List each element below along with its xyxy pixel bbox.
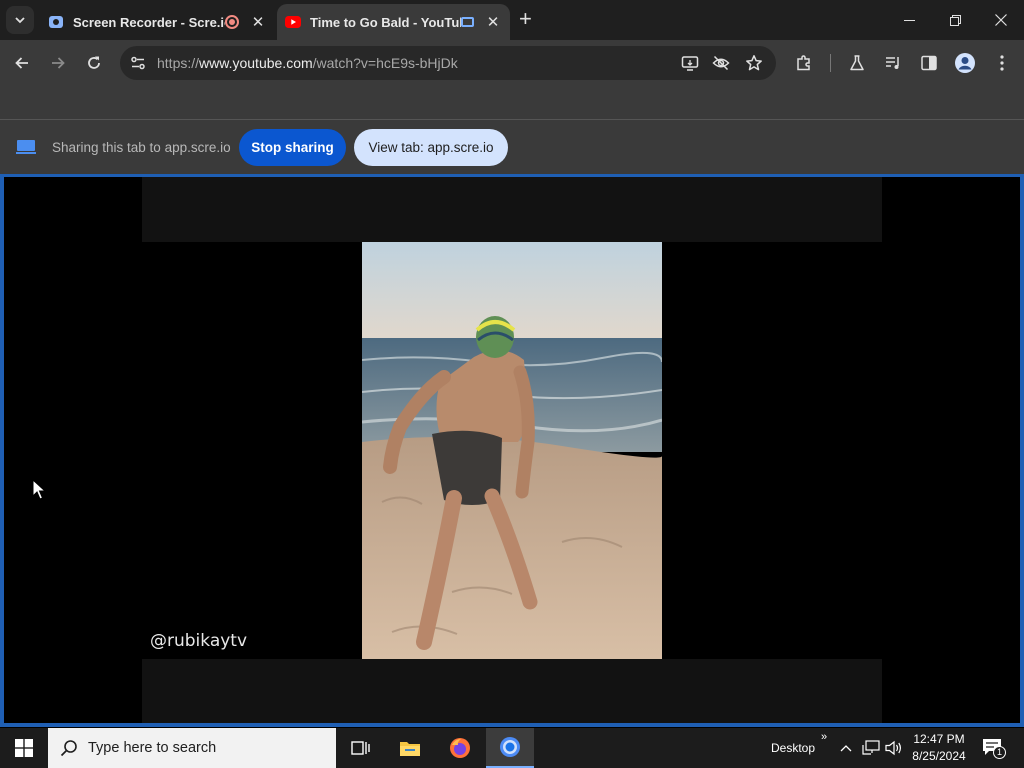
tab-title: Screen Recorder - Scre.io (73, 14, 225, 30)
video-image (362, 242, 662, 659)
forward-icon[interactable] (44, 49, 72, 77)
volume-icon[interactable] (885, 740, 903, 756)
shared-tab-content: @rubikaytv (0, 174, 1024, 727)
windows-start-icon[interactable] (0, 728, 48, 768)
profile-icon[interactable] (951, 49, 979, 77)
casting-icon (461, 17, 474, 27)
share-tab-icon (16, 140, 36, 154)
toolbar-divider (830, 54, 831, 72)
search-placeholder: Type here to search (88, 740, 217, 756)
tab-screen-recorder[interactable]: Screen Recorder - Scre.io ✕ (40, 4, 275, 40)
taskbar-clock[interactable]: 12:47 PM 8/25/2024 (905, 731, 973, 765)
recording-icon (225, 15, 239, 29)
media-icon[interactable] (879, 49, 907, 77)
tab-youtube[interactable]: Time to Go Bald - YouTube ✕ (277, 4, 510, 40)
tab-search-icon (15, 17, 25, 24)
restore-icon[interactable] (932, 0, 978, 40)
sharing-infobar: Sharing this tab to app.scre.io Stop sha… (0, 120, 1024, 174)
clock-time: 12:47 PM (913, 732, 965, 746)
windows-taskbar: Type here to search Desktop » 12:47 PM 8… (0, 728, 1024, 768)
view-tab-button[interactable]: View tab: app.scre.io (354, 129, 508, 166)
player-letterbox-bottom (142, 659, 882, 723)
clock-date: 8/25/2024 (912, 749, 966, 763)
video-watermark: @rubikaytv (150, 631, 248, 651)
side-panel-icon[interactable] (915, 49, 943, 77)
desktop-toolbar-label[interactable]: Desktop (771, 741, 815, 755)
window-close-icon[interactable] (978, 0, 1024, 40)
site-info-icon[interactable] (130, 55, 146, 71)
tab-search-button[interactable] (6, 6, 34, 34)
chrome-icon[interactable] (486, 728, 534, 768)
labs-icon[interactable] (843, 49, 871, 77)
task-view-icon[interactable] (336, 728, 384, 768)
url-text: https://www.youtube.com/watch?v=hcE9s-bH… (157, 55, 458, 71)
firefox-icon[interactable] (436, 728, 484, 768)
screen-recorder-favicon (49, 16, 63, 28)
taskbar-search-box[interactable]: Type here to search (48, 728, 336, 768)
mouse-cursor-icon (32, 479, 46, 500)
player-letterbox-top (142, 177, 882, 242)
tab-title: Time to Go Bald - YouTube (310, 14, 461, 30)
browser-toolbar: https://www.youtube.com/watch?v=hcE9s-bH… (0, 40, 1024, 86)
network-icon[interactable] (862, 740, 880, 756)
file-explorer-icon[interactable] (386, 728, 434, 768)
notification-icon[interactable]: 1 (982, 738, 1006, 760)
search-icon (60, 740, 77, 757)
chevron-up-icon[interactable] (840, 743, 852, 753)
extensions-icon[interactable] (790, 49, 818, 77)
stop-sharing-button[interactable]: Stop sharing (239, 129, 346, 166)
back-icon[interactable] (8, 49, 36, 77)
desktop-expand-icon[interactable]: » (821, 731, 827, 743)
tab-strip: Screen Recorder - Scre.io ✕ Time to Go B… (0, 0, 1024, 40)
cast-screen-icon[interactable] (681, 54, 699, 72)
minimize-icon[interactable] (886, 0, 932, 40)
close-icon[interactable]: ✕ (249, 13, 267, 31)
sharing-message: Sharing this tab to app.scre.io (52, 140, 231, 155)
notification-count: 1 (993, 746, 1006, 759)
star-icon[interactable] (745, 54, 763, 72)
close-icon[interactable]: ✕ (484, 13, 502, 31)
address-bar[interactable]: https://www.youtube.com/watch?v=hcE9s-bH… (120, 46, 776, 80)
video-frame[interactable] (362, 242, 662, 659)
menu-icon[interactable] (988, 49, 1016, 77)
bookmark-bar (0, 86, 1024, 120)
youtube-favicon (285, 16, 301, 28)
new-tab-icon[interactable]: + (519, 8, 532, 30)
reload-icon[interactable] (80, 49, 108, 77)
eye-off-icon[interactable] (712, 54, 730, 72)
